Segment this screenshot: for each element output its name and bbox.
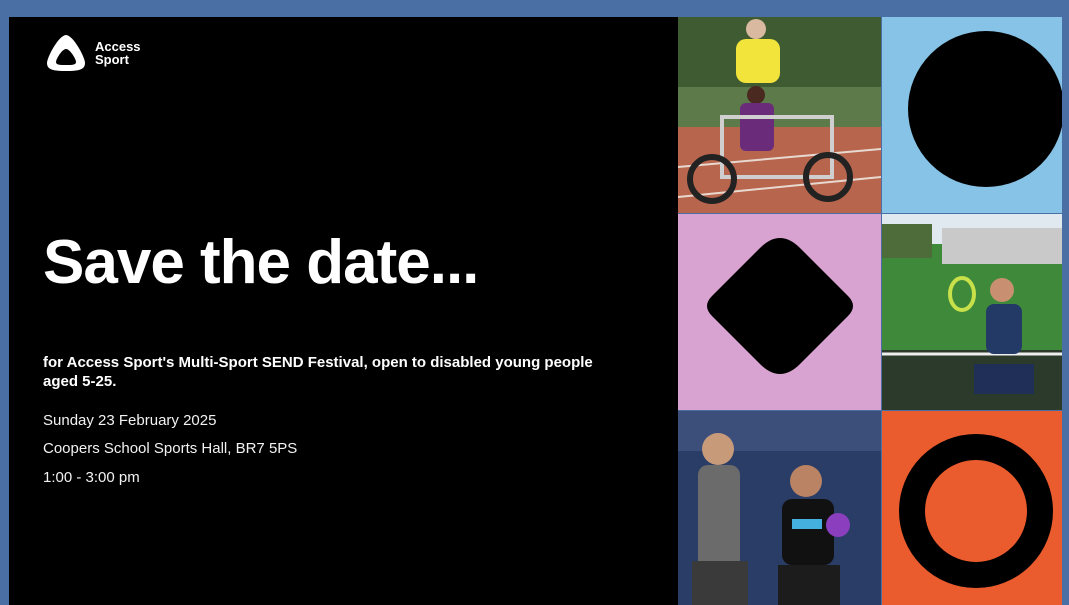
diamond-tile — [678, 214, 881, 410]
adaptive-tandem-cycle-photo — [678, 17, 881, 213]
wheelchair-tennis-photo — [882, 214, 1062, 410]
ring-icon — [899, 434, 1053, 588]
brand-line-2: Sport — [95, 52, 129, 67]
access-sport-logo-icon — [47, 35, 85, 71]
brand-logo: Access Sport — [45, 33, 141, 73]
circle-icon — [908, 31, 1062, 187]
event-venue: Coopers School Sports Hall, BR7 5PS — [43, 440, 298, 457]
ring-tile — [882, 411, 1062, 605]
event-panel: Access Sport Save the date... for Access… — [9, 17, 678, 605]
headline: Save the date... — [43, 228, 479, 297]
event-time: 1:00 - 3:00 pm — [43, 469, 140, 486]
circle-tile — [882, 17, 1062, 213]
event-intro: for Access Sport's Multi-Sport SEND Fest… — [43, 354, 593, 390]
brand-wordmark: Access Sport — [95, 40, 141, 66]
coaching-session-photo — [678, 411, 881, 605]
rounded-diamond-icon — [707, 238, 853, 374]
event-date: Sunday 23 February 2025 — [43, 412, 217, 429]
